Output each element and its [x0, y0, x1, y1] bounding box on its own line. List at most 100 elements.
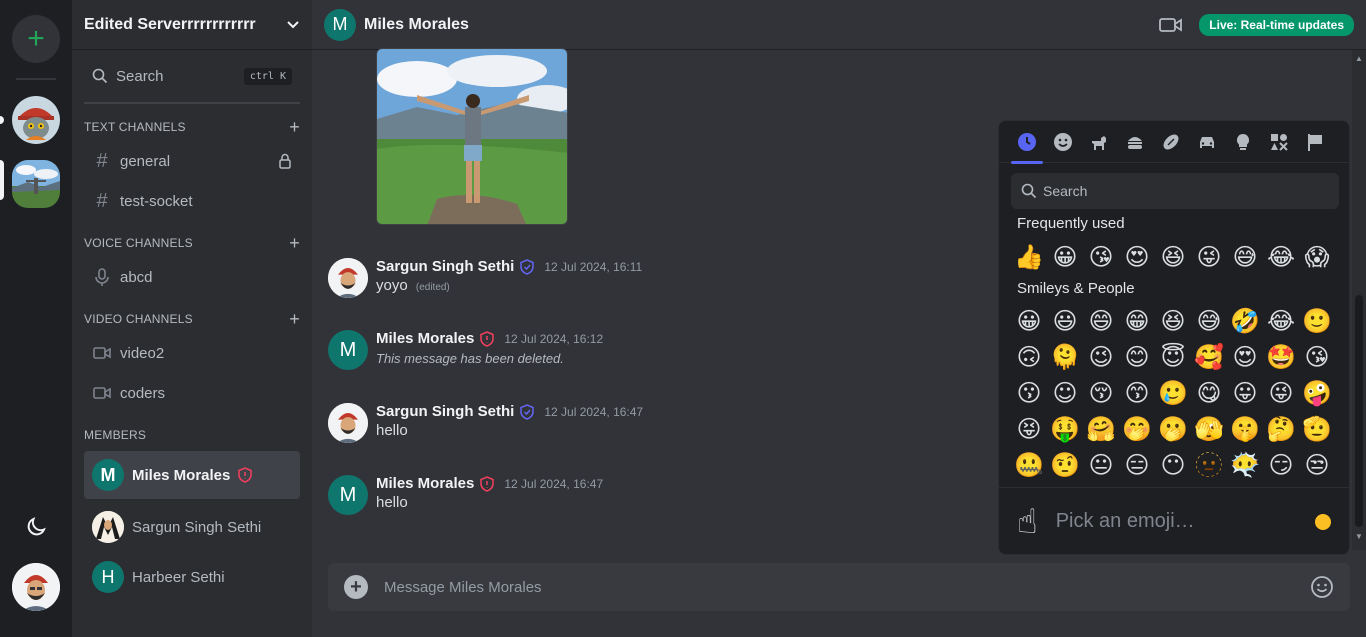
emoji-item[interactable]: 😚	[1083, 375, 1119, 411]
emoji-item[interactable]: 🫡	[1299, 411, 1335, 447]
server-header[interactable]: Edited Serverrrrrrrrrrrr	[72, 0, 312, 50]
avatar[interactable]: M	[328, 330, 368, 370]
image-attachment[interactable]	[376, 48, 568, 225]
emoji-item[interactable]: 🤐	[1011, 447, 1047, 483]
emoji-item[interactable]: 😅	[1191, 303, 1227, 339]
emoji-item[interactable]: 🤗	[1083, 411, 1119, 447]
emoji-item[interactable]: 😶	[1155, 447, 1191, 483]
emoji-item[interactable]: 😍	[1227, 339, 1263, 375]
emoji-item[interactable]: 😀	[1047, 239, 1083, 275]
emoji-item[interactable]: 😏	[1263, 447, 1299, 483]
channel-video2[interactable]: video2	[84, 336, 300, 370]
channel-test-socket[interactable]: # test-socket	[84, 184, 300, 218]
member-miles-morales[interactable]: M Miles Morales	[84, 451, 300, 499]
emoji-item[interactable]: 😑	[1119, 447, 1155, 483]
emoji-item[interactable]: 😐	[1083, 447, 1119, 483]
emoji-item[interactable]: 😘	[1083, 239, 1119, 275]
emoji-item[interactable]: 🤣	[1227, 303, 1263, 339]
emoji-button-icon[interactable]	[1310, 575, 1334, 599]
tab-travel[interactable]	[1189, 121, 1225, 163]
add-video-channel-icon[interactable]: +	[289, 310, 300, 328]
emoji-item[interactable]: 😝	[1011, 411, 1047, 447]
message-author[interactable]: Miles Morales	[376, 475, 474, 492]
skin-tone-selector[interactable]	[1315, 513, 1331, 530]
avatar[interactable]	[328, 403, 368, 443]
message-author[interactable]: Sargun Singh Sethi	[376, 258, 514, 275]
emoji-item[interactable]: 😛	[1227, 375, 1263, 411]
scroll-down-icon[interactable]: ▼	[1355, 532, 1363, 541]
user-avatar[interactable]	[12, 563, 60, 611]
emoji-item[interactable]: 🥲	[1155, 375, 1191, 411]
emoji-item[interactable]: 🫥	[1191, 447, 1227, 483]
message-author[interactable]: Miles Morales	[376, 330, 474, 347]
server-icon-cat[interactable]	[12, 96, 60, 144]
emoji-item[interactable]: ☺	[1047, 375, 1083, 411]
emoji-item[interactable]: 🤑	[1047, 411, 1083, 447]
channel-abcd[interactable]: abcd	[84, 260, 300, 294]
message-author[interactable]: Sargun Singh Sethi	[376, 403, 514, 420]
message-input[interactable]	[384, 578, 1310, 596]
emoji-item[interactable]: 🤨	[1047, 447, 1083, 483]
scroll-up-icon[interactable]: ▲	[1355, 54, 1363, 63]
emoji-item[interactable]: 🤫	[1227, 411, 1263, 447]
channel-general[interactable]: # general	[84, 144, 300, 178]
emoji-search-field[interactable]	[1011, 173, 1339, 209]
emoji-item[interactable]: 😋	[1191, 375, 1227, 411]
emoji-item[interactable]: 🫢	[1155, 411, 1191, 447]
emoji-item[interactable]: 😒	[1299, 447, 1335, 483]
attach-file-button[interactable]: +	[344, 575, 368, 599]
emoji-item[interactable]: 🫠	[1047, 339, 1083, 375]
add-voice-channel-icon[interactable]: +	[289, 234, 300, 252]
emoji-item[interactable]: 🙂	[1299, 303, 1335, 339]
member-harbeer-sethi[interactable]: H Harbeer Sethi	[84, 553, 300, 601]
emoji-item[interactable]: 😜	[1263, 375, 1299, 411]
emoji-item[interactable]: 😙	[1119, 375, 1155, 411]
emoji-item[interactable]: 😱	[1299, 239, 1335, 275]
tab-objects[interactable]	[1225, 121, 1261, 163]
emoji-item[interactable]: 😇	[1155, 339, 1191, 375]
emoji-item[interactable]: 😍	[1119, 239, 1155, 275]
emoji-item[interactable]: 😉	[1083, 339, 1119, 375]
emoji-item[interactable]: 😂	[1263, 303, 1299, 339]
emoji-item[interactable]: 🙃	[1011, 339, 1047, 375]
emoji-item[interactable]: 😜	[1191, 239, 1227, 275]
emoji-item[interactable]: 😗	[1011, 375, 1047, 411]
emoji-item[interactable]: 😆	[1155, 239, 1191, 275]
emoji-item[interactable]: 🤩	[1263, 339, 1299, 375]
tab-smileys[interactable]	[1045, 121, 1081, 163]
emoji-item[interactable]: 😁	[1119, 303, 1155, 339]
emoji-item[interactable]: 😄	[1083, 303, 1119, 339]
emoji-item[interactable]: 🤭	[1119, 411, 1155, 447]
server-search-button[interactable]: Search ctrl K	[84, 62, 300, 90]
tab-food[interactable]	[1117, 121, 1153, 163]
emoji-item[interactable]: 😃	[1047, 303, 1083, 339]
member-sargun-singh-sethi[interactable]: Sargun Singh Sethi	[84, 503, 300, 551]
tab-animals[interactable]	[1081, 121, 1117, 163]
avatar[interactable]: M	[328, 475, 368, 515]
server-icon-landscape[interactable]	[12, 160, 60, 208]
emoji-item[interactable]: 🫣	[1191, 411, 1227, 447]
tab-recent[interactable]	[1009, 121, 1045, 164]
chevron-down-icon[interactable]	[286, 18, 300, 32]
tab-symbols[interactable]	[1261, 121, 1297, 163]
emoji-search-input[interactable]	[1043, 183, 1323, 199]
emoji-item[interactable]: 😘	[1299, 339, 1335, 375]
avatar[interactable]	[328, 258, 368, 298]
tab-flags[interactable]	[1297, 121, 1333, 163]
channel-coders[interactable]: coders	[84, 376, 300, 410]
emoji-item[interactable]: 😊	[1119, 339, 1155, 375]
moon-icon[interactable]	[24, 515, 48, 539]
video-call-icon[interactable]	[1159, 16, 1183, 34]
tab-activities[interactable]	[1153, 121, 1189, 163]
emoji-item[interactable]: 😂	[1263, 239, 1299, 275]
emoji-item[interactable]: 👍	[1011, 239, 1047, 275]
add-server-button[interactable]: +	[12, 15, 60, 63]
scrollbar-thumb[interactable]	[1355, 295, 1363, 527]
emoji-item[interactable]: 🥰	[1191, 339, 1227, 375]
emoji-item[interactable]: 😆	[1155, 303, 1191, 339]
emoji-item[interactable]: 🤔	[1263, 411, 1299, 447]
emoji-item[interactable]: 🤪	[1299, 375, 1335, 411]
message-scrollbar[interactable]: ▲ ▼	[1352, 50, 1366, 550]
emoji-item[interactable]: 😅	[1227, 239, 1263, 275]
add-text-channel-icon[interactable]: +	[289, 118, 300, 136]
